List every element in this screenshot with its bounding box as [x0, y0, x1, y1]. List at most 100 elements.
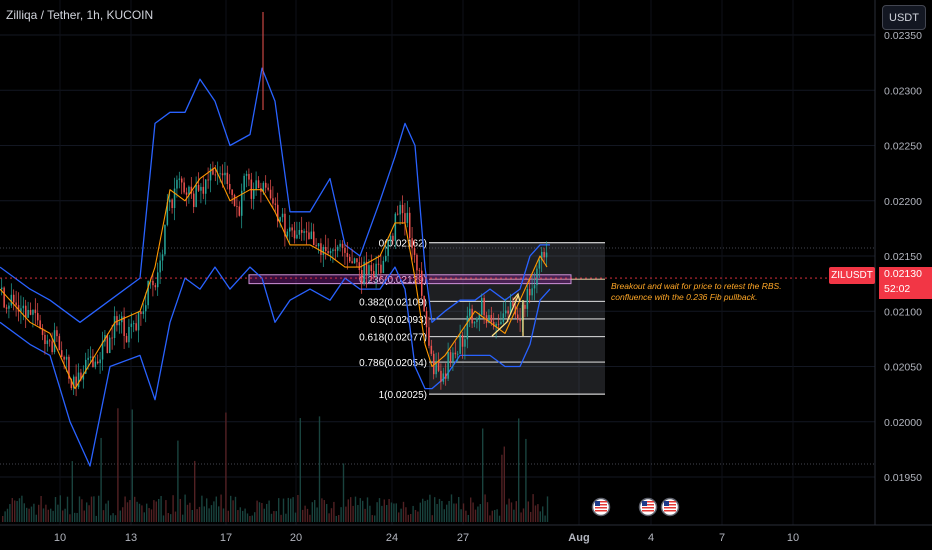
volume-bar — [414, 509, 417, 522]
fib-level-label: 0.382(0.02109) — [359, 297, 427, 308]
candle-body — [202, 186, 205, 194]
y-tick-label: 0.02100 — [884, 306, 922, 318]
candle-body — [305, 231, 308, 233]
volume-bar — [129, 500, 131, 522]
volume-bar — [462, 503, 465, 522]
x-tick-label: 20 — [290, 532, 302, 544]
volume-bar — [388, 499, 390, 522]
volume-bar — [501, 454, 503, 522]
volume-bar — [218, 506, 220, 522]
volume-bar — [486, 502, 489, 522]
volume-bar — [153, 500, 155, 522]
candle-body — [392, 235, 394, 241]
volume-bar — [280, 514, 282, 522]
y-tick-label: 0.02200 — [884, 196, 922, 208]
volume-bar — [314, 499, 316, 522]
flag-stripe — [664, 507, 676, 509]
candle-body — [452, 352, 454, 362]
candle-body — [418, 270, 421, 272]
candle-body — [178, 178, 181, 180]
candle-body — [533, 285, 536, 289]
volume-bar — [158, 498, 160, 522]
candle-body — [457, 353, 459, 355]
volume-bar — [28, 508, 30, 522]
y-tick-label: 0.02300 — [884, 85, 922, 97]
volume-bar — [33, 503, 35, 522]
candle-body — [447, 352, 449, 379]
flag-canton — [664, 501, 669, 506]
volume-bar — [453, 503, 455, 522]
volume-bar — [2, 515, 4, 522]
volume-bar — [400, 508, 402, 522]
candle-body — [185, 192, 188, 195]
volume-bar — [174, 511, 177, 522]
volume-bar — [177, 440, 179, 522]
volume-bar — [429, 494, 431, 522]
candle-body — [291, 227, 293, 231]
volume-bar — [290, 498, 292, 522]
volume-bar — [186, 504, 189, 522]
volume-bar — [520, 512, 522, 522]
volume-bar — [40, 496, 42, 522]
candle-body — [197, 184, 200, 191]
volume-bar — [340, 507, 342, 522]
candle-body — [97, 361, 99, 364]
volume-bar — [239, 507, 241, 522]
volume-bar — [122, 507, 124, 522]
candle-body — [49, 340, 51, 342]
volume-bar — [496, 509, 498, 522]
candle-body — [113, 316, 116, 339]
text-annotation[interactable]: Breakout and wait for price to retest th… — [611, 281, 782, 303]
volume-bar — [460, 509, 462, 522]
volume-bar — [342, 463, 345, 522]
candle-body — [106, 334, 109, 354]
price-chart[interactable]: 0(0.02162)0.236(0.02129)0.382(0.02109)0.… — [0, 0, 932, 550]
volume-bar — [263, 508, 265, 522]
volume-bar — [179, 498, 181, 522]
volume-bar — [57, 504, 59, 522]
candle-body — [413, 248, 416, 255]
volume-bar — [261, 502, 263, 522]
volume-bar — [431, 515, 433, 522]
candle-body — [13, 294, 15, 303]
candle-body — [531, 288, 533, 296]
candle-body — [195, 184, 197, 207]
currency-button[interactable]: USDT — [882, 5, 926, 30]
volume-bar — [424, 500, 426, 522]
volume-bar — [136, 501, 138, 522]
volume-bar — [203, 506, 205, 522]
volume-bar — [494, 510, 496, 522]
candle-body — [368, 265, 370, 275]
flag-stripe — [642, 510, 654, 512]
volume-bar — [410, 513, 412, 522]
candle-body — [248, 173, 250, 180]
volume-bar — [489, 515, 491, 522]
candle-body — [481, 297, 483, 315]
volume-bar — [518, 418, 520, 522]
volume-bar — [347, 499, 349, 522]
candle-body — [545, 252, 548, 258]
volume-bar — [244, 508, 246, 522]
volume-bar — [45, 504, 47, 522]
volume-bar — [232, 500, 234, 522]
volume-bar — [477, 506, 479, 522]
volume-bar — [422, 498, 424, 522]
volume-bar — [390, 502, 393, 522]
volume-bar — [374, 515, 376, 522]
volume-bar — [62, 510, 64, 522]
volume-bar — [119, 510, 121, 522]
volume-bar — [299, 418, 301, 522]
y-tick-label: 0.02250 — [884, 141, 922, 153]
candle-body — [94, 361, 97, 368]
candle-body — [111, 337, 113, 339]
volume-bar — [222, 508, 225, 522]
candle-body — [161, 254, 164, 261]
volume-bar — [455, 503, 457, 522]
candle-body — [339, 243, 341, 247]
candle-body — [205, 179, 207, 194]
volume-bar — [16, 500, 18, 522]
volume-bar — [150, 509, 153, 522]
candle-body — [507, 310, 509, 314]
volume-bar — [246, 513, 249, 522]
candle-body — [135, 323, 137, 331]
